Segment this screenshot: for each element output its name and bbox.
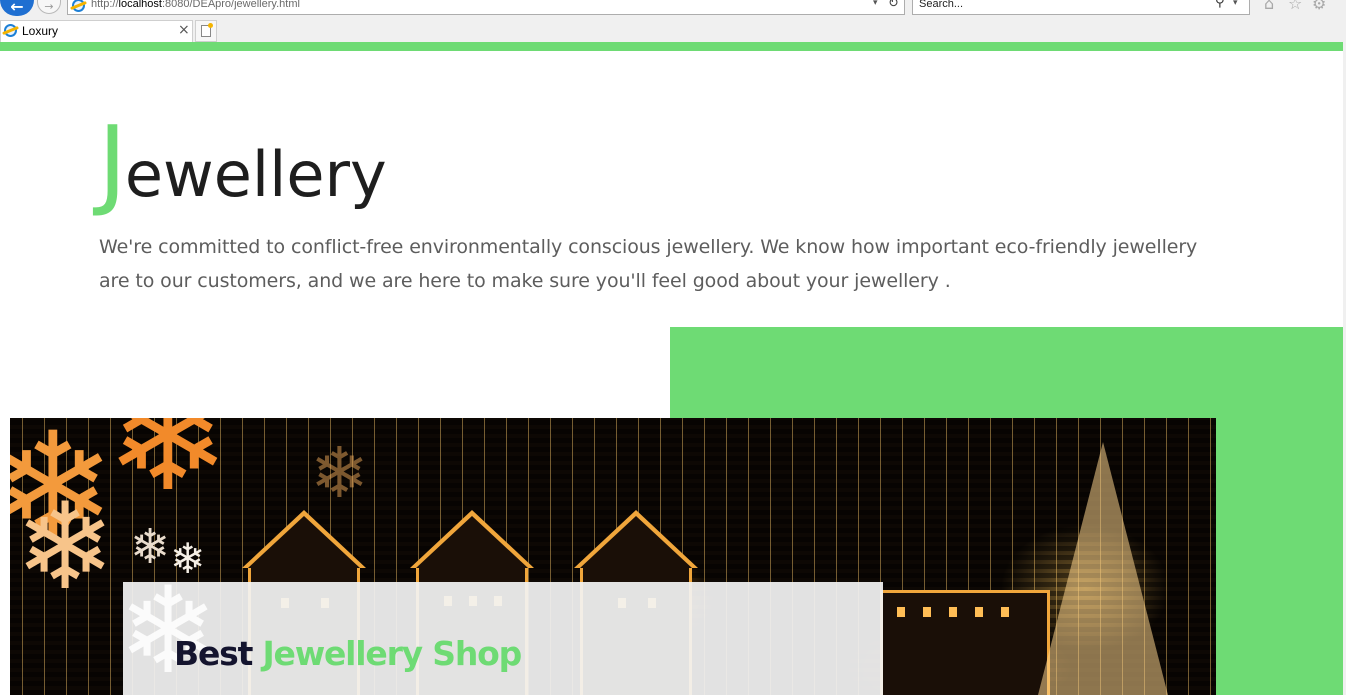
intro-paragraph: We're committed to conflict-free environ… bbox=[99, 236, 1198, 292]
url-path: :8080/DEApro/jewellery.html bbox=[161, 0, 300, 10]
address-bar[interactable]: http://localhost:8080/DEApro/jewellery.h… bbox=[67, 0, 905, 15]
title-initial: J bbox=[98, 106, 127, 220]
search-dropdown-icon[interactable]: ▾ bbox=[1233, 0, 1238, 8]
browser-chrome: ← → http://localhost:8080/DEApro/jewelle… bbox=[0, 0, 1346, 42]
url-text[interactable]: http://localhost:8080/DEApro/jewellery.h… bbox=[91, 0, 300, 10]
tab-close-icon[interactable]: × bbox=[178, 22, 190, 38]
search-input[interactable] bbox=[919, 0, 1209, 10]
settings-icon[interactable]: ⚙ bbox=[1312, 0, 1326, 13]
favorites-icon[interactable]: ☆ bbox=[1288, 0, 1302, 13]
house-window bbox=[923, 607, 931, 617]
lit-building bbox=[880, 590, 1050, 695]
refresh-icon[interactable]: ↻ bbox=[888, 0, 899, 11]
banner-title: Best Jewellery Shop bbox=[174, 634, 522, 673]
snowflake-icon: ❄ bbox=[15, 478, 116, 617]
snowflake-icon: ❄ bbox=[105, 418, 231, 525]
new-tab-button[interactable] bbox=[195, 20, 217, 42]
house-window bbox=[949, 607, 957, 617]
snowflake-icon: ❄ bbox=[118, 562, 219, 695]
ie-page-icon bbox=[72, 0, 85, 12]
page-viewport: Jewellery We're committed to conflict-fr… bbox=[0, 42, 1346, 695]
banner-title-dark: Best bbox=[174, 634, 253, 673]
top-accent-stripe bbox=[0, 42, 1343, 51]
snowflake-icon: ❄ bbox=[310, 432, 369, 514]
tab-title: Loxury bbox=[22, 24, 59, 38]
house-window bbox=[1001, 607, 1009, 617]
forward-arrow-icon: → bbox=[44, 0, 54, 13]
search-icon[interactable]: ⚲ bbox=[1215, 0, 1225, 10]
house-window bbox=[897, 607, 905, 617]
address-dropdown-icon[interactable]: ▾ bbox=[873, 0, 878, 8]
banner-card: ❄ Best Jewellery Shop bbox=[118, 572, 883, 695]
house-window bbox=[975, 607, 983, 617]
forward-button[interactable]: → bbox=[37, 0, 61, 14]
page-title: Jewellery bbox=[98, 114, 387, 212]
back-button[interactable]: ← bbox=[0, 0, 34, 16]
christmas-tree bbox=[1038, 442, 1168, 695]
hero-image: ❄ ❄ ❄ ❄ ❄ ❄ ❄ Best Jewellery Shop bbox=[10, 418, 1216, 695]
search-box[interactable]: ⚲ ▾ bbox=[912, 0, 1250, 15]
tab-page-icon bbox=[4, 24, 17, 37]
url-prefix: http:// bbox=[91, 0, 119, 10]
home-icon[interactable]: ⌂ bbox=[1264, 0, 1274, 13]
lit-house-roof bbox=[410, 510, 534, 568]
url-host: localhost bbox=[118, 0, 162, 10]
title-rest: ewellery bbox=[124, 138, 387, 211]
lit-house-roof bbox=[242, 510, 366, 568]
lit-house-roof bbox=[574, 510, 698, 568]
back-arrow-icon: ← bbox=[10, 0, 24, 16]
browser-tab[interactable]: Loxury × bbox=[0, 20, 193, 42]
new-tab-icon bbox=[201, 23, 213, 37]
banner-title-green: Jewellery Shop bbox=[262, 634, 522, 673]
